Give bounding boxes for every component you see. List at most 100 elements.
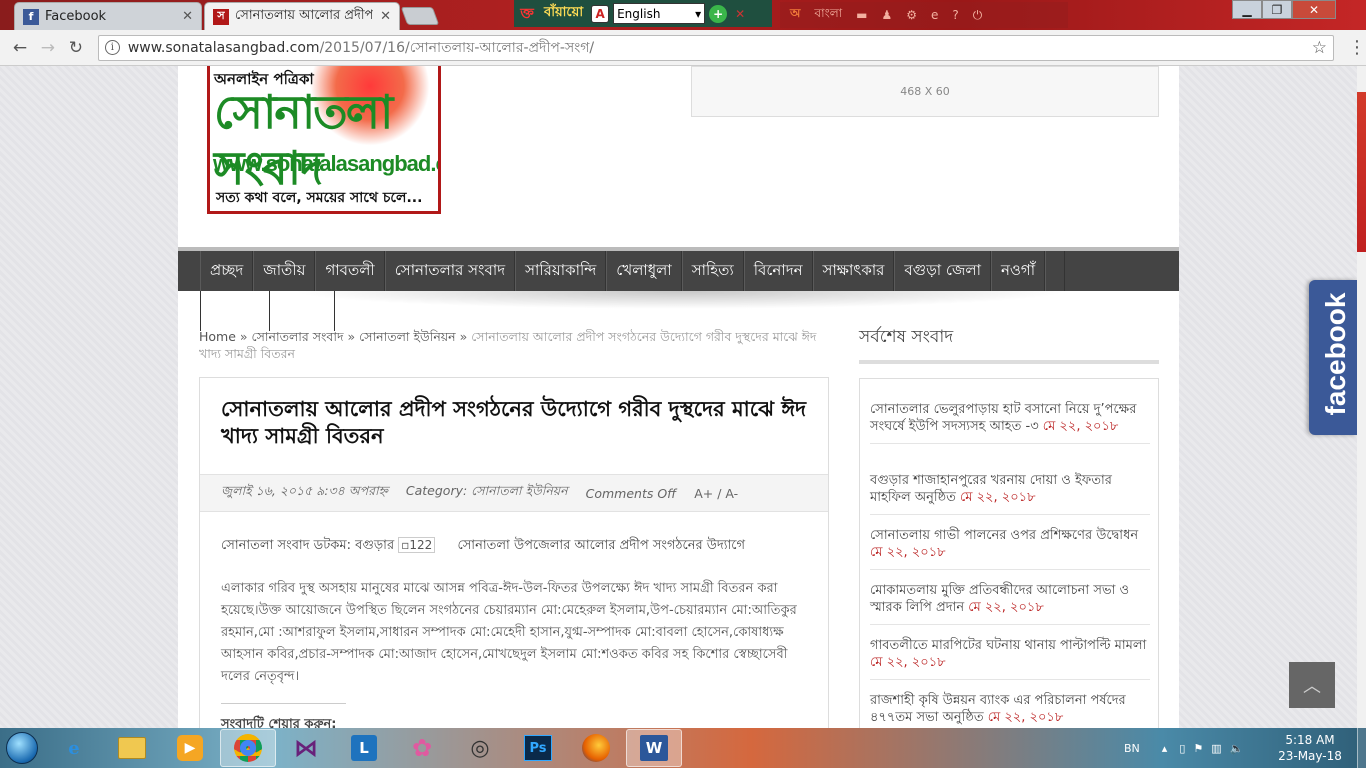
page-viewport: অনলাইন পত্রিকা সোনাতলা সংবাদ www.sonatal… (0, 66, 1357, 728)
help-icon[interactable]: ? (952, 8, 958, 22)
back-arrow-icon[interactable]: ← (6, 38, 34, 58)
star-icon[interactable]: ☆ (1312, 38, 1327, 58)
firefox-icon[interactable] (568, 729, 624, 767)
article-category-link[interactable]: Category: সোনাতলা ইউনিয়ন (406, 483, 568, 503)
breadcrumb-separator: » (347, 329, 356, 344)
scrollbar-thumb[interactable] (1357, 92, 1366, 252)
breadcrumb-separator: » (459, 329, 468, 344)
article-lead-text-2: সোনাতলা উপজেলার আলোর প্রদীপ সংগঠনের উদ্য… (457, 538, 745, 553)
ime-language-select[interactable]: English ▾ (613, 3, 706, 24)
site-logo[interactable]: অনলাইন পত্রিকা সোনাতলা সংবাদ www.sonatal… (207, 66, 441, 214)
show-desktop-button[interactable] (1357, 728, 1366, 768)
url-input[interactable]: i www.sonatalasangbad.com/2015/07/16/সোন… (97, 34, 1334, 61)
font-size-controls[interactable]: A+ / A- (694, 486, 738, 501)
reload-icon[interactable]: ↻ (62, 38, 90, 58)
show-hidden-icons-icon[interactable]: ▴ (1162, 742, 1168, 755)
tab-facebook[interactable]: f Facebook ✕ (14, 2, 202, 30)
media-player-icon[interactable]: ▶ (162, 729, 218, 767)
close-window-icon[interactable]: ✕ (1292, 0, 1336, 19)
news-item[interactable]: বগুড়ার শাজাহানপুরের খরনায় দোয়া ও ইফতা… (870, 472, 1150, 515)
close-icon[interactable]: ✕ (380, 9, 391, 24)
nav-divider (269, 291, 270, 331)
minus-icon[interactable]: ▬ (856, 8, 867, 22)
nav-item[interactable]: বগুড়া জেলা (894, 251, 991, 291)
close-icon[interactable]: ✕ (182, 9, 193, 24)
news-date: মে ২২, ২০১৮ (870, 545, 946, 560)
volume-icon[interactable]: 🔈 (1230, 742, 1244, 755)
nav-item[interactable]: খেলাধুলা (606, 251, 682, 291)
news-item[interactable]: সোনাতলার ভেলুরপাড়ায় হাট বসানো নিয়ে দু… (870, 401, 1150, 444)
power-icon[interactable]: ⏻ (973, 8, 983, 23)
photoshop-icon[interactable]: Ps (510, 729, 566, 767)
url-path: /2015/07/16/সোনাতলায়-আলোর-প্রদীপ-সংগ/ (319, 39, 595, 56)
nav-item[interactable]: গাবতলী (315, 251, 385, 291)
ime-a-icon[interactable]: অ (790, 5, 800, 25)
tab-title: Facebook (45, 9, 107, 24)
news-item[interactable]: সোনাতলায় গাভী পালনের ওপর প্রশিক্ষণের উদ… (870, 527, 1150, 570)
nav-item[interactable]: সাক্ষাৎকার (812, 251, 895, 291)
gear-icon[interactable]: ⚙ (906, 8, 917, 22)
nav-item[interactable]: বিনোদন (743, 251, 813, 291)
tab-active-article[interactable]: স সোনাতলায় আলোর প্রদীপ ✕ (204, 2, 400, 30)
start-button[interactable] (0, 728, 44, 768)
plus-icon[interactable]: + (709, 4, 728, 23)
ime-language-label[interactable]: বাংলা (814, 5, 842, 25)
maximize-icon[interactable]: ❐ (1262, 0, 1292, 19)
news-title[interactable]: সোনাতলায় গাভী পালনের ওপর প্রশিক্ষণের উদ… (870, 528, 1138, 543)
figure-icon[interactable]: ♟ (882, 8, 893, 22)
news-item[interactable]: মোকামতলায় মুক্তি প্রতিবন্ধীদের আলোচনা স… (870, 582, 1150, 625)
news-date: মে ২২, ২০১৮ (987, 710, 1064, 725)
scroll-to-top-button[interactable]: ︿ (1289, 662, 1335, 708)
ie-icon[interactable]: e (931, 8, 938, 22)
broken-image: ▫122 (398, 537, 436, 553)
news-title[interactable]: গাবতলীতে মারপিটের ঘটনায় থানায় পাল্টাপল… (870, 638, 1146, 653)
ad-banner[interactable]: 468 X 60 (691, 66, 1159, 117)
network-icon[interactable]: ▥ (1211, 742, 1221, 755)
word-icon[interactable]: W (626, 729, 682, 767)
news-item[interactable]: রাজশাহী কৃষি উন্নয়ন ব্যাংক এর পরিচালনা … (870, 692, 1150, 728)
breadcrumb-home-link[interactable]: Home (199, 329, 236, 344)
logo-name: সোনাতলা সংবাদ (214, 85, 393, 195)
app-icon[interactable]: ◎ (452, 729, 508, 767)
battery-icon[interactable]: ▯ (1179, 742, 1185, 755)
sidebar-title: সর্বশেষ সংবাদ (859, 324, 1159, 364)
breadcrumb-subcategory-link[interactable]: সোনাতলা ইউনিয়ন (359, 329, 455, 344)
paint-icon[interactable]: ✿ (394, 729, 450, 767)
article-lead: সোনাতলা সংবাদ ডটকম: বগুড়ার ▫122 সোনাতলা… (221, 536, 811, 557)
ime-language-value: English (617, 6, 661, 21)
menu-dots-icon[interactable]: ⋮ (1348, 37, 1366, 58)
breadcrumb: Home » সোনাতলার সংবাদ » সোনাতলা ইউনিয়ন … (199, 328, 829, 362)
nav-item[interactable]: প্রচ্ছদ (200, 251, 254, 291)
news-item[interactable]: গাবতলীতে মারপিটের ঘটনায় থানায় পাল্টাপল… (870, 637, 1150, 680)
explorer-icon[interactable] (104, 729, 160, 767)
url-host: www.sonatalasangbad.com (127, 39, 320, 56)
nav-item[interactable]: সাহিত্য (681, 251, 744, 291)
chevron-up-icon: ︿ (1303, 676, 1321, 697)
visual-studio-icon[interactable]: ⋈ (278, 729, 334, 767)
nav-item[interactable]: নওগাঁ (990, 251, 1046, 291)
window-controls: ▁ ❐ ✕ (1232, 0, 1336, 20)
ime-a-icon[interactable]: A (591, 4, 610, 23)
lync-icon[interactable]: L (336, 729, 392, 767)
facebook-side-tab[interactable]: facebook (1309, 280, 1357, 435)
page-scrollbar[interactable] (1357, 66, 1366, 728)
ime-toolbar: ক্ত বাঁয়ায়ো A English ▾ + ✕ (514, 0, 772, 27)
forward-arrow-icon[interactable]: → (34, 38, 62, 58)
flag-icon[interactable]: ⚑ (1193, 742, 1203, 755)
lync-label: L (351, 735, 377, 761)
article-title: সোনাতলায় আলোর প্রদীপ সংগঠনের উদ্যোগে গর… (221, 397, 807, 448)
close-icon[interactable]: ✕ (731, 5, 749, 23)
language-indicator[interactable]: BN (1124, 742, 1140, 755)
nav-item[interactable]: সারিয়াকান্দি (515, 251, 607, 291)
breadcrumb-category-link[interactable]: সোনাতলার সংবাদ (252, 329, 344, 344)
ie-icon[interactable]: e (46, 729, 102, 767)
windows-logo-icon (6, 732, 38, 764)
nav-item[interactable]: সোনাতলার সংবাদ (384, 251, 516, 291)
new-tab-button[interactable] (400, 7, 440, 25)
minimize-icon[interactable]: ▁ (1232, 0, 1262, 19)
nav-item[interactable]: জাতীয় (253, 251, 316, 291)
address-bar-row: ← → ↻ i www.sonatalasangbad.com/2015/07/… (0, 30, 1366, 66)
info-icon[interactable]: i (104, 40, 120, 55)
clock[interactable]: 5:18 AM 23-May-18 (1274, 732, 1346, 764)
chrome-icon[interactable] (220, 729, 276, 767)
